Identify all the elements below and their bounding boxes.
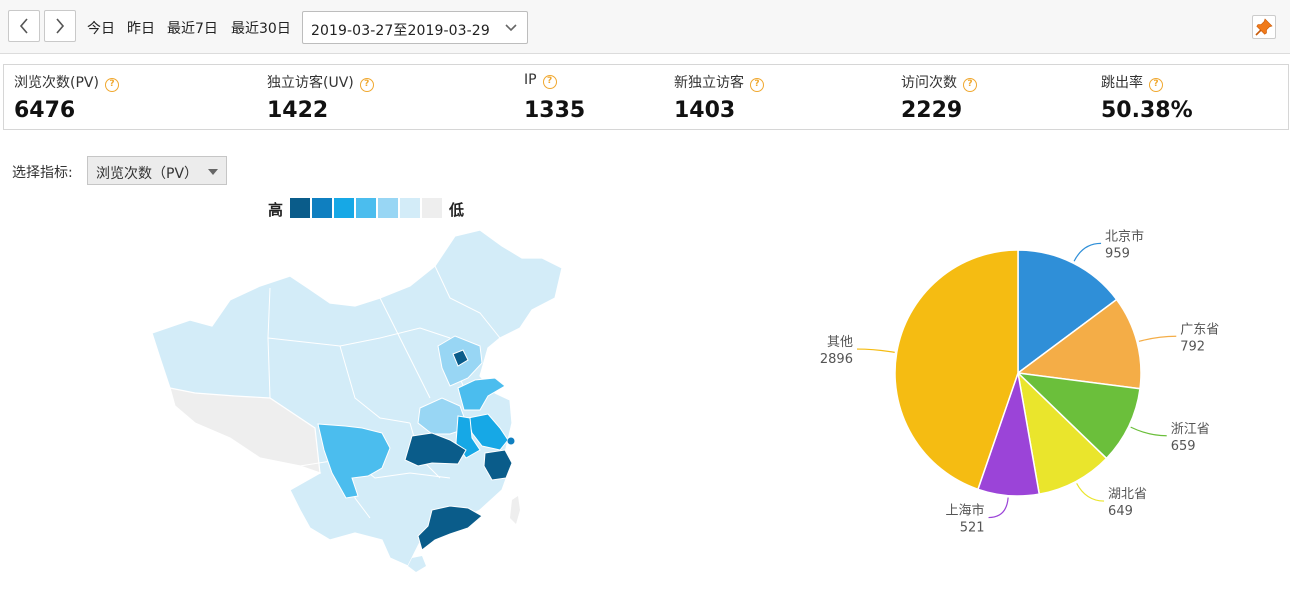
quick-range-7-days[interactable]: 最近7日 — [167, 18, 218, 38]
toolbar: 今日 昨日 最近7日 最近30日 2019-03-27至2019-03-29 — [0, 0, 1290, 54]
metric-select-value: 浏览次数（PV） — [96, 166, 199, 182]
legend-high-label: 高 — [268, 201, 284, 219]
pie-label-name: 广东省 — [1180, 322, 1219, 337]
pie-label-name: 北京市 — [1105, 228, 1144, 244]
date-range-value: 2019-03-27至2019-03-29 — [311, 23, 490, 39]
stats-panel: 浏览次数(PV)? 6476 独立访客(UV)? 1422 IP? 1335 新… — [3, 64, 1289, 130]
legend-swatch — [422, 198, 442, 218]
help-icon[interactable]: ? — [963, 78, 977, 92]
legend-swatch — [290, 198, 310, 218]
stat-value: 2229 — [901, 98, 963, 123]
legend-swatch — [356, 198, 376, 218]
stat-label: IP — [524, 72, 537, 88]
map-region-shanghai[interactable] — [507, 437, 515, 445]
stat-value: 1403 — [674, 98, 736, 123]
map-region-taiwan[interactable] — [510, 496, 520, 524]
legend-swatch — [378, 198, 398, 218]
stat-value: 6476 — [14, 98, 76, 123]
help-icon[interactable]: ? — [104, 78, 119, 92]
pie-label-name: 浙江省 — [1171, 422, 1210, 437]
pie-leader-line — [1138, 335, 1177, 342]
pie-label-value: 792 — [1180, 339, 1205, 354]
pie-label-value: 659 — [1171, 439, 1196, 454]
pie-label-name: 上海市 — [946, 503, 985, 519]
stat-label: 新独立访客 — [674, 75, 744, 91]
legend-swatch — [400, 198, 420, 218]
next-button[interactable] — [44, 10, 76, 42]
pie-label-value: 649 — [1108, 504, 1133, 519]
china-map — [151, 229, 563, 572]
stat-label: 独立访客(UV) — [267, 75, 354, 91]
legend-low-label: 低 — [449, 201, 465, 219]
legend-swatch — [334, 198, 354, 218]
stat-value: 1335 — [524, 98, 586, 123]
stat-value: 1422 — [267, 98, 329, 123]
quick-range-30-days[interactable]: 最近30日 — [231, 18, 291, 38]
help-icon[interactable]: ? — [542, 75, 557, 89]
date-range-select[interactable]: 2019-03-27至2019-03-29 — [302, 11, 528, 44]
pin-button[interactable] — [1252, 15, 1276, 39]
pie-label-value: 959 — [1105, 246, 1130, 261]
metric-select-label: 选择指标: — [12, 165, 73, 181]
quick-range-yesterday[interactable]: 昨日 — [127, 18, 155, 38]
help-icon[interactable]: ? — [750, 78, 764, 92]
pin-icon — [1255, 18, 1273, 36]
caret-down-icon — [208, 169, 218, 175]
pie-label-value: 521 — [960, 521, 985, 536]
pie-leader-line — [1076, 483, 1105, 502]
pie-leader-line — [988, 497, 1009, 519]
help-icon[interactable]: ? — [359, 78, 374, 92]
quick-range-today[interactable]: 今日 — [87, 18, 115, 38]
legend-swatch — [312, 198, 332, 218]
chevron-down-icon — [505, 24, 517, 32]
chevron-right-icon — [56, 18, 65, 34]
pie-label-value: 2896 — [820, 352, 853, 367]
pie-leader-line — [856, 348, 895, 353]
stat-label: 浏览次数(PV) — [14, 75, 99, 91]
pie-leader-line — [1073, 242, 1102, 262]
pie-label-name: 其他 — [827, 335, 853, 350]
metric-select[interactable]: 浏览次数（PV） — [87, 156, 227, 185]
help-icon[interactable]: ? — [1149, 78, 1163, 92]
stat-label: 访问次数 — [901, 75, 957, 91]
pie-leader-line — [1130, 426, 1167, 437]
stat-label: 跳出率 — [1101, 75, 1143, 91]
pie-chart: 北京市 959 广东省 792 浙江省 659 湖北省 649 上海市 521 其他 2896 — [820, 228, 1219, 536]
stat-value: 50.38% — [1101, 98, 1193, 123]
pie-label-name: 湖北省 — [1108, 487, 1147, 502]
chevron-left-icon — [19, 18, 28, 34]
previous-button[interactable] — [8, 10, 40, 42]
